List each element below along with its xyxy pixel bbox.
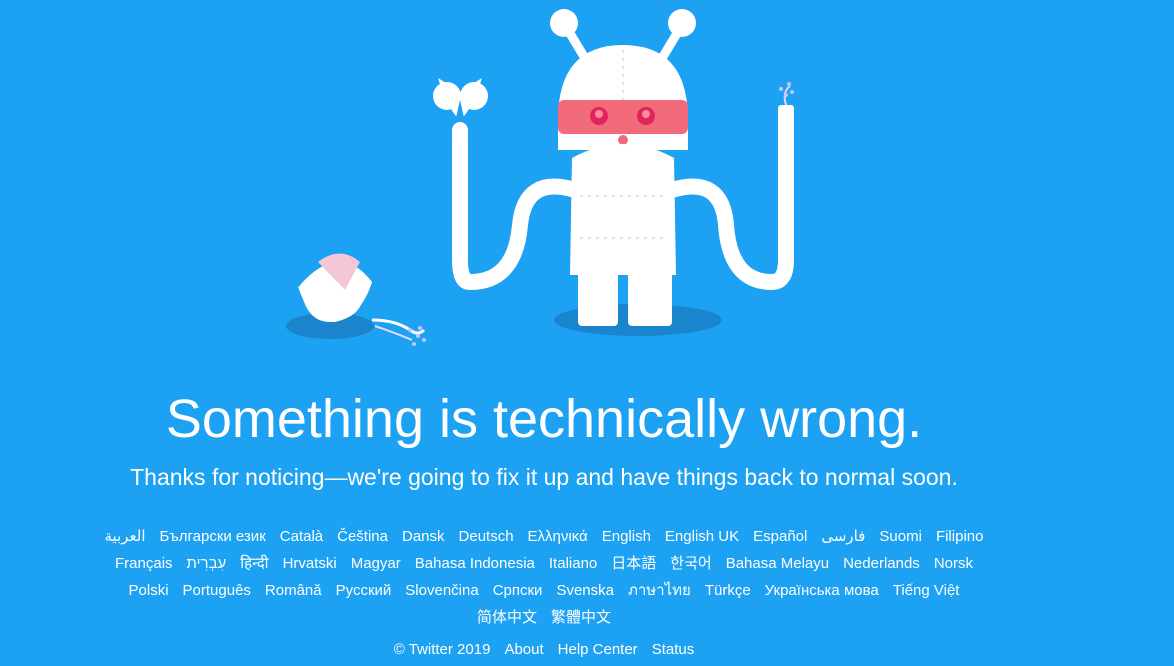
language-link[interactable]: 日本語 bbox=[611, 555, 656, 572]
language-link[interactable]: Português bbox=[183, 582, 251, 599]
language-link[interactable]: English UK bbox=[665, 528, 739, 545]
broken-robot-illustration bbox=[286, 9, 794, 346]
language-link[interactable]: Bahasa Indonesia bbox=[415, 555, 535, 572]
language-link[interactable]: Suomi bbox=[879, 528, 922, 545]
language-link[interactable]: العربية bbox=[105, 528, 146, 545]
language-row: العربية Български език Català Čeština Dansk D… bbox=[0, 523, 1088, 550]
language-row: Français עִבְרִית हिन्दी Hrvatski Magyar Baha… bbox=[0, 550, 1088, 577]
language-link[interactable]: Filipino bbox=[936, 528, 984, 545]
language-link[interactable]: Dansk bbox=[402, 528, 445, 545]
right-arm bbox=[664, 82, 794, 291]
footer-link-status[interactable]: Status bbox=[652, 641, 695, 658]
language-link[interactable]: Norsk bbox=[934, 555, 973, 572]
language-link[interactable]: Türkçe bbox=[705, 582, 751, 599]
language-link[interactable]: हिन्दी bbox=[240, 555, 268, 572]
language-link[interactable]: Русский bbox=[336, 582, 392, 599]
left-leg bbox=[578, 270, 618, 326]
copyright: © Twitter 2019 bbox=[393, 641, 491, 658]
error-headline: Something is technically wrong. bbox=[165, 389, 923, 449]
footer: © Twitter 2019 About Help Center Status bbox=[0, 638, 1088, 662]
language-selector: العربية Български език Català Čeština Dansk D… bbox=[0, 523, 1088, 631]
language-link[interactable]: 繁體中文 bbox=[551, 609, 611, 626]
language-link[interactable]: 한국어 bbox=[670, 555, 711, 572]
language-link[interactable]: Français bbox=[115, 555, 173, 572]
language-link[interactable]: Български език bbox=[160, 528, 266, 545]
language-link[interactable]: Ελληνικά bbox=[528, 528, 588, 545]
language-link[interactable]: Bahasa Melayu bbox=[726, 555, 829, 572]
left-arm bbox=[433, 78, 583, 291]
language-link[interactable]: Italiano bbox=[549, 555, 597, 572]
language-link[interactable]: Svenska bbox=[556, 582, 614, 599]
language-link[interactable]: עִבְרִית bbox=[187, 555, 227, 572]
language-link[interactable]: Polski bbox=[129, 582, 169, 599]
language-link[interactable]: 简体中文 bbox=[477, 609, 537, 626]
language-link[interactable]: Deutsch bbox=[459, 528, 514, 545]
error-page: Something is technically wrong. Thanks f… bbox=[0, 0, 1174, 666]
robot-body bbox=[570, 144, 676, 275]
language-link[interactable]: Magyar bbox=[351, 555, 401, 572]
language-link[interactable]: ภาษาไทย bbox=[628, 582, 691, 599]
right-leg bbox=[628, 270, 672, 326]
visor bbox=[558, 100, 688, 134]
language-link[interactable]: Українська мова bbox=[765, 582, 879, 599]
language-link[interactable]: Català bbox=[280, 528, 323, 545]
language-link[interactable]: فارسی bbox=[821, 528, 865, 545]
language-row: 简体中文 繁體中文 bbox=[0, 604, 1088, 631]
footer-link-help-center[interactable]: Help Center bbox=[558, 641, 638, 658]
footer-link-about[interactable]: About bbox=[504, 641, 543, 658]
language-row: Polski Português Română Русский Slovenčina Ср… bbox=[0, 577, 1088, 604]
language-link[interactable]: Hrvatski bbox=[283, 555, 337, 572]
language-link[interactable]: Română bbox=[265, 582, 322, 599]
language-link[interactable]: Tiếng Việt bbox=[893, 582, 960, 599]
language-link[interactable]: Español bbox=[753, 528, 807, 545]
language-link[interactable]: Čeština bbox=[337, 528, 388, 545]
language-link[interactable]: Nederlands bbox=[843, 555, 920, 572]
robot-head bbox=[558, 45, 688, 150]
error-subline: Thanks for noticing—we're going to fix i… bbox=[130, 464, 958, 490]
language-link[interactable]: Slovenčina bbox=[405, 582, 478, 599]
language-link[interactable]: Српски bbox=[493, 582, 543, 599]
mouth bbox=[618, 135, 628, 145]
language-link[interactable]: English bbox=[602, 528, 651, 545]
